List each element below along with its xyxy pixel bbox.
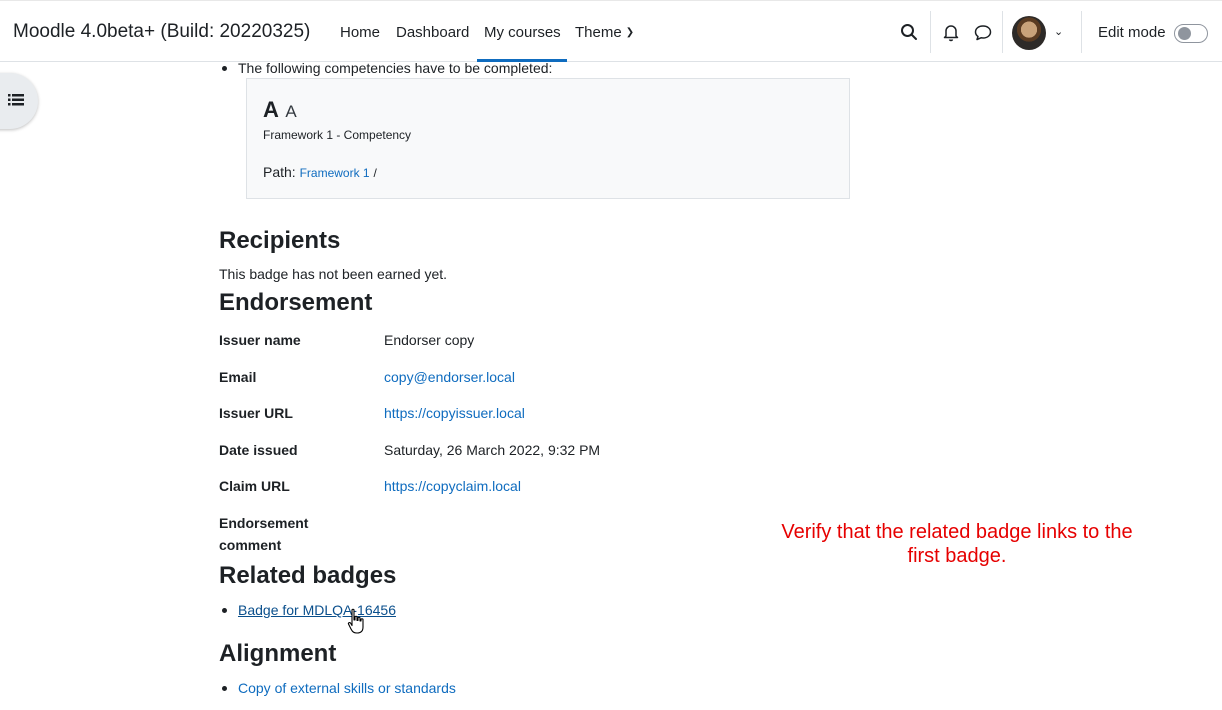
claim-url-link[interactable]: https://copyclaim.local — [384, 478, 521, 494]
chevron-down-icon[interactable]: ⌄ — [1054, 25, 1063, 38]
edit-mode-label: Edit mode — [1098, 24, 1166, 41]
list-bullet — [222, 608, 227, 613]
hand-pointer-cursor-icon — [347, 608, 364, 634]
date-issued-label: Date issued — [219, 442, 298, 458]
notification-bell-icon[interactable] — [940, 21, 962, 43]
list-bullet — [222, 66, 227, 71]
toggle-knob — [1178, 27, 1191, 40]
messages-icon[interactable] — [972, 21, 994, 43]
navbar-divider — [930, 11, 931, 53]
alignment-link[interactable]: Copy of external skills or standards — [238, 680, 456, 696]
recipients-text: This badge has not been earned yet. — [219, 266, 448, 282]
issuer-url-link[interactable]: https://copyissuer.local — [384, 405, 525, 421]
competency-idnumber: A — [285, 102, 297, 121]
issuer-name-label: Issuer name — [219, 332, 301, 348]
email-label: Email — [219, 369, 257, 385]
chevron-down-icon: ❯ — [625, 27, 635, 38]
user-avatar[interactable] — [1012, 16, 1046, 50]
endorsement-comment-label-line1: Endorsement — [219, 515, 309, 531]
path-framework-link[interactable]: Framework 1 — [300, 166, 370, 180]
recipients-heading: Recipients — [219, 227, 341, 254]
claim-url-label: Claim URL — [219, 478, 290, 494]
search-icon[interactable] — [898, 21, 920, 43]
active-tab-indicator — [477, 59, 567, 62]
issuer-name-value: Endorser copy — [384, 332, 475, 348]
competency-shortname: A — [263, 97, 279, 122]
path-label: Path: — [263, 164, 296, 180]
endorsement-heading: Endorsement — [219, 289, 373, 316]
list-bullet — [222, 686, 227, 691]
navbar-divider — [1081, 11, 1082, 53]
nav-my-courses[interactable]: My courses — [484, 24, 561, 41]
alignment-heading: Alignment — [219, 640, 337, 667]
nav-home[interactable]: Home — [340, 24, 380, 41]
course-index-drawer-toggle[interactable] — [0, 73, 38, 129]
date-issued-value: Saturday, 26 March 2022, 9:32 PM — [384, 442, 601, 458]
nav-theme-label: Theme — [575, 24, 622, 41]
top-navbar: Moodle 4.0beta+ (Build: 20220325) Home D… — [0, 0, 1222, 62]
related-badges-heading: Related badges — [219, 562, 397, 589]
competency-framework: Framework 1 - Competency — [263, 128, 412, 142]
email-link[interactable]: copy@endorser.local — [384, 369, 515, 385]
competency-path: Path: Framework 1 / — [263, 164, 377, 180]
issuer-url-label: Issuer URL — [219, 405, 293, 421]
annotation-line-1: Verify that the related badge links to t… — [781, 521, 1133, 543]
test-annotation: Verify that the related badge links to t… — [740, 520, 1174, 568]
list-icon — [8, 94, 24, 106]
competencies-intro: The following competencies have to be co… — [238, 60, 553, 76]
navbar-divider — [1002, 11, 1003, 53]
annotation-line-2: first badge. — [907, 545, 1007, 567]
nav-dashboard[interactable]: Dashboard — [396, 24, 469, 41]
competency-card: A A Framework 1 - Competency Path: Frame… — [246, 78, 850, 199]
nav-theme-dropdown[interactable]: Theme ❯ — [575, 24, 634, 41]
path-separator: / — [373, 166, 377, 180]
related-badge-link[interactable]: Badge for MDLQA-16456 — [238, 602, 396, 618]
endorsement-comment-label-line2: comment — [219, 537, 282, 553]
edit-mode-toggle[interactable] — [1174, 24, 1208, 43]
site-name[interactable]: Moodle 4.0beta+ (Build: 20220325) — [13, 21, 310, 43]
